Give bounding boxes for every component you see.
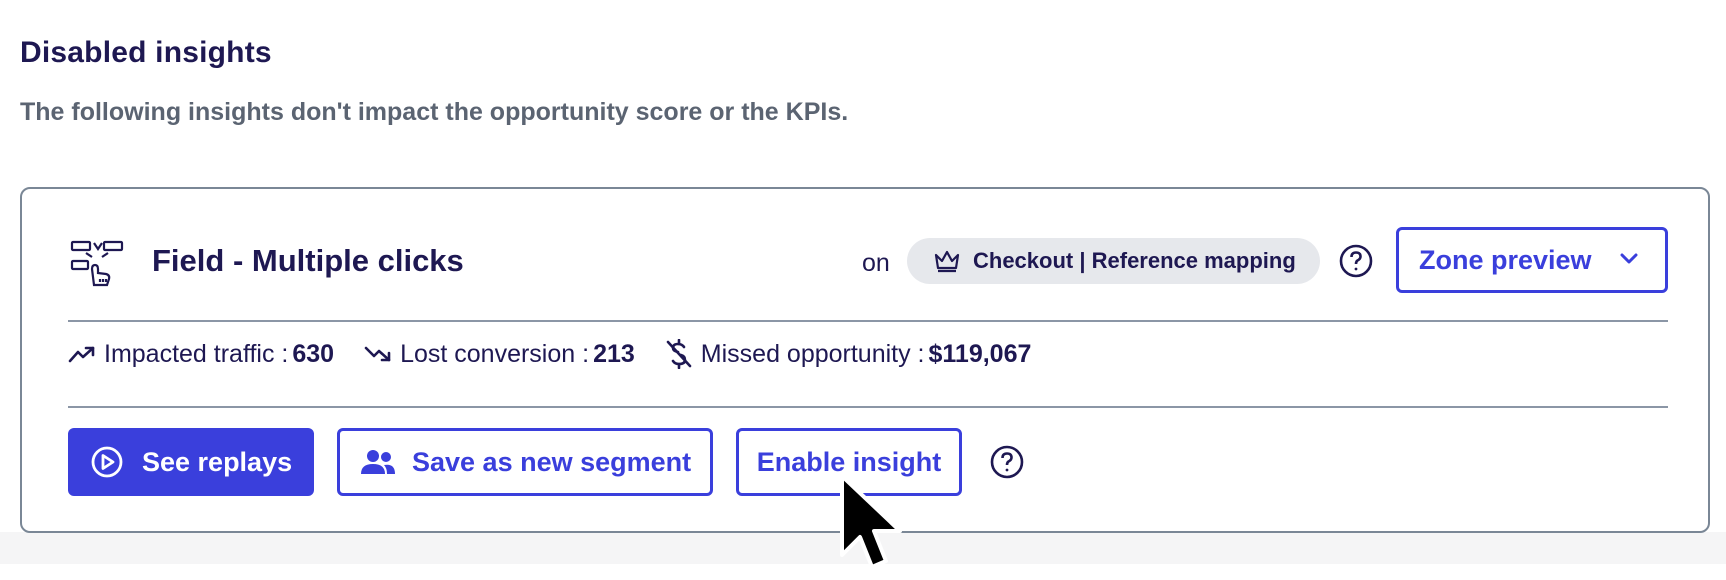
trend-up-icon [68, 346, 95, 363]
metric-label: Lost conversion : [400, 339, 590, 368]
metric-value: 630 [292, 339, 335, 368]
metric-missed-opportunity: Missed opportunity : $119,067 [665, 339, 1032, 369]
see-replays-label: See replays [142, 446, 293, 477]
save-segment-label: Save as new segment [412, 446, 692, 477]
see-replays-button[interactable]: See replays [68, 428, 314, 496]
help-circle-icon[interactable] [1338, 243, 1374, 279]
metric-lost-conversion: Lost conversion : 213 [364, 340, 635, 369]
section-title: Disabled insights [20, 36, 272, 69]
play-circle-icon [91, 446, 123, 478]
zone-preview-dropdown[interactable]: Zone preview [1396, 227, 1668, 293]
users-icon [361, 450, 395, 474]
trend-down-icon [364, 346, 391, 362]
crown-icon [934, 250, 960, 273]
save-as-new-segment-button[interactable]: Save as new segment [337, 428, 713, 496]
metrics-row: Impacted traffic : 630 Lost conversion :… [68, 339, 1061, 369]
dollar-off-icon [666, 339, 692, 369]
metric-value: 213 [593, 339, 635, 368]
divider-top [68, 320, 1668, 322]
page-chip-label: Checkout | Reference mapping [973, 248, 1296, 273]
insight-name: Field - Multiple clicks [152, 243, 464, 278]
on-label: on [862, 249, 890, 277]
page-chip[interactable]: Checkout | Reference mapping [907, 238, 1320, 284]
divider-bottom [68, 406, 1668, 408]
chevron-down-icon [1620, 253, 1638, 264]
mouse-pointer-icon [840, 474, 902, 569]
metric-impacted-traffic: Impacted traffic : 630 [68, 340, 334, 369]
metric-label: Missed opportunity : [700, 339, 925, 368]
section-description: The following insights don't impact the … [20, 98, 849, 126]
zone-preview-label: Zone preview [1419, 244, 1592, 275]
metric-value: $119,067 [928, 339, 1032, 368]
help-circle-icon[interactable] [989, 444, 1025, 480]
metric-label: Impacted traffic : [104, 339, 289, 368]
multiple-clicks-icon [70, 240, 124, 287]
